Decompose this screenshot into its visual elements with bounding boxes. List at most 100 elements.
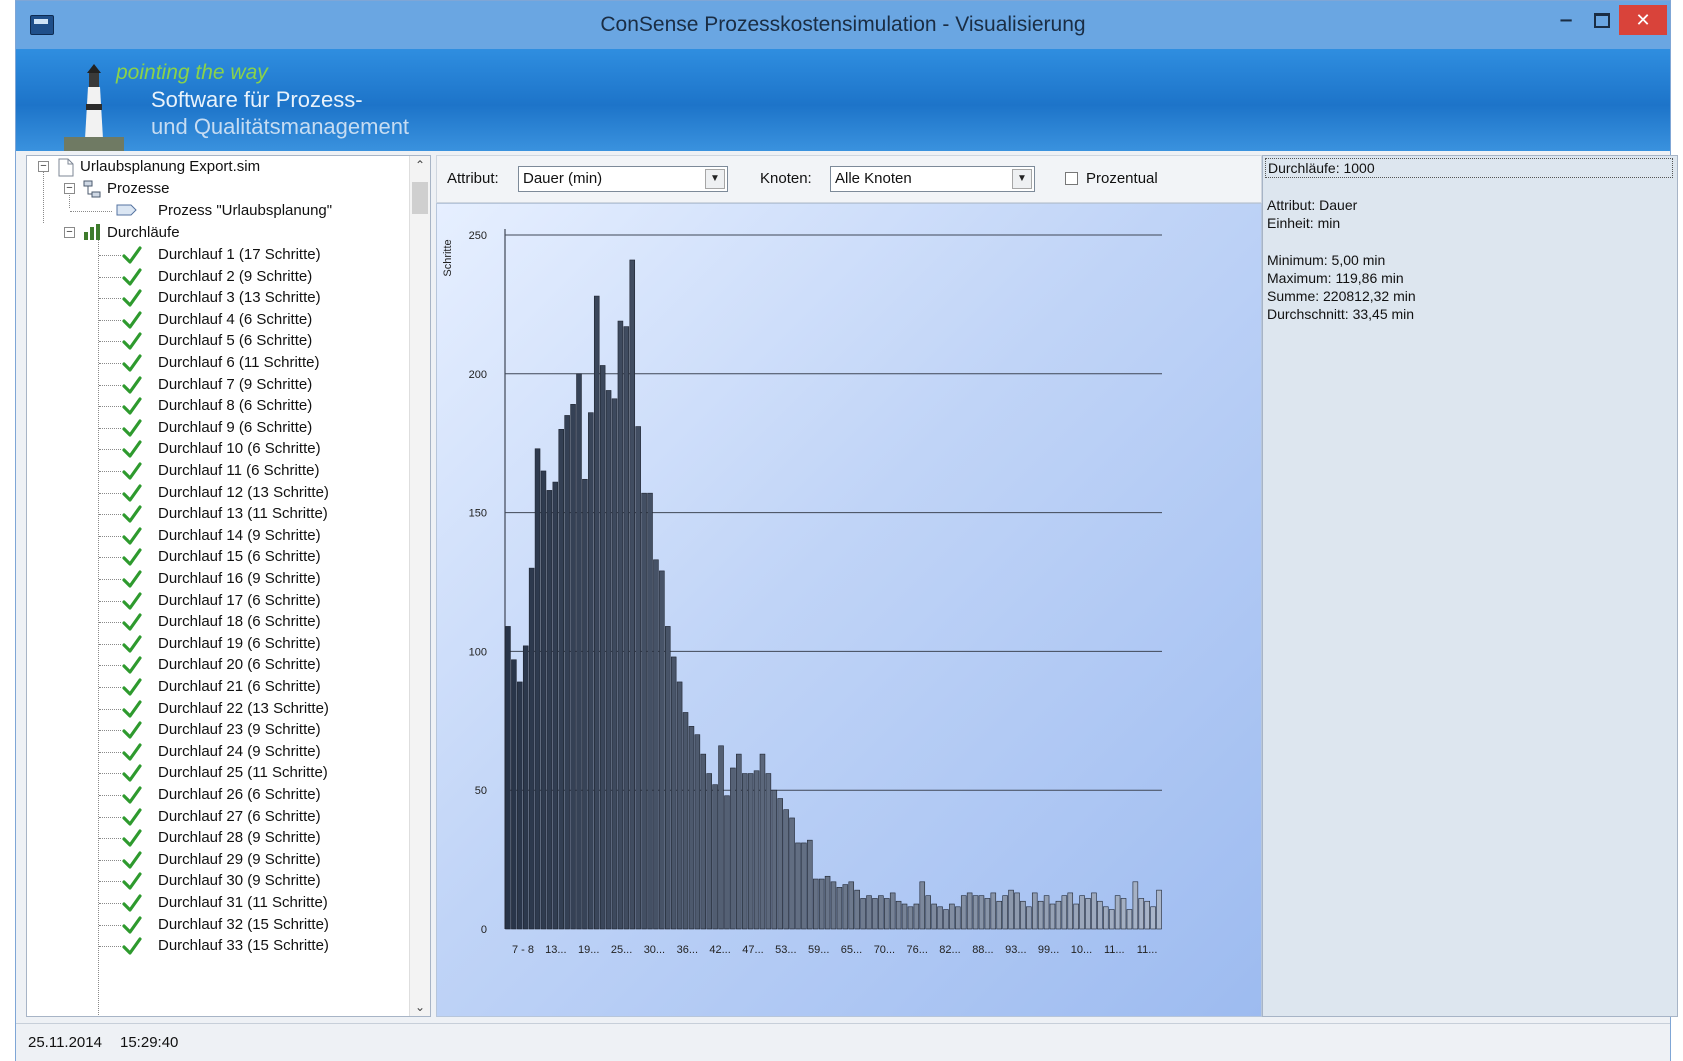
histogram-bar [665, 626, 671, 930]
tree-run-item[interactable]: Durchlauf 26 (6 Schritte) [158, 784, 321, 806]
tree-run-item[interactable]: Durchlauf 2 (9 Schritte) [158, 266, 312, 288]
tree-run-item[interactable]: Durchlauf 14 (9 Schritte) [158, 525, 321, 547]
histogram-bar [1144, 900, 1150, 930]
checkmark-icon [122, 613, 142, 631]
chevron-down-icon[interactable]: ▼ [1012, 169, 1032, 189]
tree-run-item[interactable]: Durchlauf 33 (15 Schritte) [158, 935, 329, 957]
runs-count[interactable]: Durchläufe: 1000 [1265, 158, 1673, 178]
histogram-bar [783, 809, 789, 930]
histogram-bar [795, 842, 801, 930]
node-select[interactable]: Alle Knoten ▼ [830, 166, 1035, 192]
histogram-bar [1079, 895, 1085, 930]
scroll-up-arrow-icon[interactable]: ⌃ [410, 158, 430, 172]
tree-run-item[interactable]: Durchlauf 17 (6 Schritte) [158, 590, 321, 612]
tree-run-item[interactable]: Durchlauf 1 (17 Schritte) [158, 244, 321, 266]
attribute-select[interactable]: Dauer (min) ▼ [518, 166, 728, 192]
histogram-bar [605, 390, 612, 930]
tree-run-item[interactable]: Durchlauf 7 (9 Schritte) [158, 374, 312, 396]
processes-collapse-toggle[interactable]: − [64, 183, 75, 194]
checkmark-icon [122, 656, 142, 674]
tree-runs-folder[interactable]: Durchläufe [107, 222, 180, 244]
tree-run-item[interactable]: Durchlauf 31 (11 Schritte) [158, 892, 328, 914]
maximize-icon [1594, 12, 1610, 28]
status-date: 25.11.2014 [28, 1034, 102, 1051]
checkmark-icon [122, 354, 142, 372]
histogram-bar [670, 656, 677, 930]
histogram-bar [771, 789, 778, 930]
statistics-panel: Durchläufe: 1000 Attribut: Dauer Einheit… [1262, 155, 1678, 1017]
tree-run-item[interactable]: Durchlauf 32 (15 Schritte) [158, 914, 329, 936]
histogram-bar [884, 898, 890, 930]
checkmark-icon [122, 699, 142, 718]
checkmark-icon [122, 267, 142, 286]
histogram-svg: 0 50 100 150 200 250 Schritte 7 - 8 13... 19... 25… [442, 229, 1162, 956]
chevron-down-icon[interactable]: ▼ [705, 169, 725, 189]
runs-collapse-toggle[interactable]: − [64, 227, 75, 238]
tree-run-item[interactable]: Durchlauf 8 (6 Schritte) [158, 395, 312, 417]
tree-scrollbar[interactable]: ⌃ ⌄ [409, 156, 430, 1016]
histogram-bar [546, 490, 553, 930]
root-collapse-toggle[interactable]: − [38, 161, 49, 172]
minimize-button[interactable]: − [1548, 5, 1584, 35]
title-bar[interactable]: ConSense Prozesskostensimulation - Visua… [16, 1, 1670, 49]
lighthouse-logo-icon [64, 64, 124, 151]
tree-process-item[interactable]: Prozess "Urlaubsplanung" [158, 200, 332, 222]
tree-run-item[interactable]: Durchlauf 3 (13 Schritte) [158, 287, 321, 309]
close-button[interactable]: ✕ [1619, 5, 1667, 35]
checkmark-icon [122, 915, 142, 934]
tree-run-item[interactable]: Durchlauf 15 (6 Schritte) [158, 546, 321, 568]
stat-sum: Summe: 220812,32 min [1267, 288, 1416, 304]
x-tick-label: 11... [1137, 944, 1158, 956]
tree-run-item[interactable]: Durchlauf 9 (6 Schritte) [158, 417, 312, 439]
checkmark-icon [122, 591, 142, 610]
checkmark-icon [122, 505, 142, 523]
tree-run-item[interactable]: Durchlauf 19 (6 Schritte) [158, 633, 321, 655]
checkmark-icon [122, 807, 142, 826]
tree-run-item[interactable]: Durchlauf 13 (11 Schritte) [158, 503, 328, 525]
histogram-bar [753, 770, 760, 930]
tree-run-item[interactable]: Durchlauf 12 (13 Schritte) [158, 482, 329, 504]
navigation-tree[interactable]: − Urlaubsplanung Export.sim − Prozesse P… [26, 155, 431, 1017]
scrollbar-thumb[interactable] [412, 182, 428, 214]
tree-run-item[interactable]: Durchlauf 6 (11 Schritte) [158, 352, 319, 374]
checkmark-icon [122, 743, 142, 761]
tree-run-item[interactable]: Durchlauf 11 (6 Schritte) [158, 460, 319, 482]
histogram-bar [789, 817, 795, 930]
tree-run-item[interactable]: Durchlauf 10 (6 Schritte) [158, 438, 321, 460]
histogram-bar [1073, 903, 1079, 930]
percent-label[interactable]: Prozentual [1086, 170, 1158, 187]
tree-run-item[interactable]: Durchlauf 23 (9 Schritte) [158, 719, 321, 741]
histogram-bar [712, 784, 718, 930]
document-icon [58, 158, 74, 177]
tree-run-item[interactable]: Durchlauf 30 (9 Schritte) [158, 870, 321, 892]
checkmark-icon [122, 635, 142, 653]
histogram-bar [913, 903, 920, 930]
tree-processes-folder[interactable]: Prozesse [107, 178, 170, 200]
x-tick-label: 82... [939, 944, 960, 956]
histogram-bar [919, 881, 926, 930]
histogram-bar [830, 881, 837, 930]
tree-run-item[interactable]: Durchlauf 25 (11 Schritte) [158, 762, 328, 784]
tree-run-item[interactable]: Durchlauf 28 (9 Schritte) [158, 827, 321, 849]
tree-run-item[interactable]: Durchlauf 4 (6 Schritte) [158, 309, 312, 331]
tree-run-item[interactable]: Durchlauf 5 (6 Schritte) [158, 330, 312, 352]
tree-run-item[interactable]: Durchlauf 20 (6 Schritte) [158, 654, 321, 676]
tree-run-item[interactable]: Durchlauf 29 (9 Schritte) [158, 849, 321, 871]
tree-run-item[interactable]: Durchlauf 18 (6 Schritte) [158, 611, 321, 633]
tree-root-label[interactable]: Urlaubsplanung Export.sim [80, 156, 260, 178]
histogram-bar [866, 895, 872, 930]
percent-checkbox[interactable] [1065, 172, 1078, 185]
tree-run-item[interactable]: Durchlauf 16 (9 Schritte) [158, 568, 321, 590]
tree-run-item[interactable]: Durchlauf 24 (9 Schritte) [158, 741, 321, 763]
histogram-bar [611, 398, 618, 930]
stat-unit: Einheit: min [1267, 215, 1341, 231]
tree-run-item[interactable]: Durchlauf 27 (6 Schritte) [158, 806, 321, 828]
histogram-bar [522, 645, 529, 930]
tree-run-item[interactable]: Durchlauf 22 (13 Schritte) [158, 698, 329, 720]
banner-tagline: pointing the way [116, 61, 268, 84]
tree-run-item[interactable]: Durchlauf 21 (6 Schritte) [158, 676, 321, 698]
scroll-down-arrow-icon[interactable]: ⌄ [410, 1000, 430, 1014]
histogram-bar [570, 404, 576, 930]
maximize-button[interactable] [1584, 5, 1620, 35]
histogram-bar [1055, 900, 1062, 930]
